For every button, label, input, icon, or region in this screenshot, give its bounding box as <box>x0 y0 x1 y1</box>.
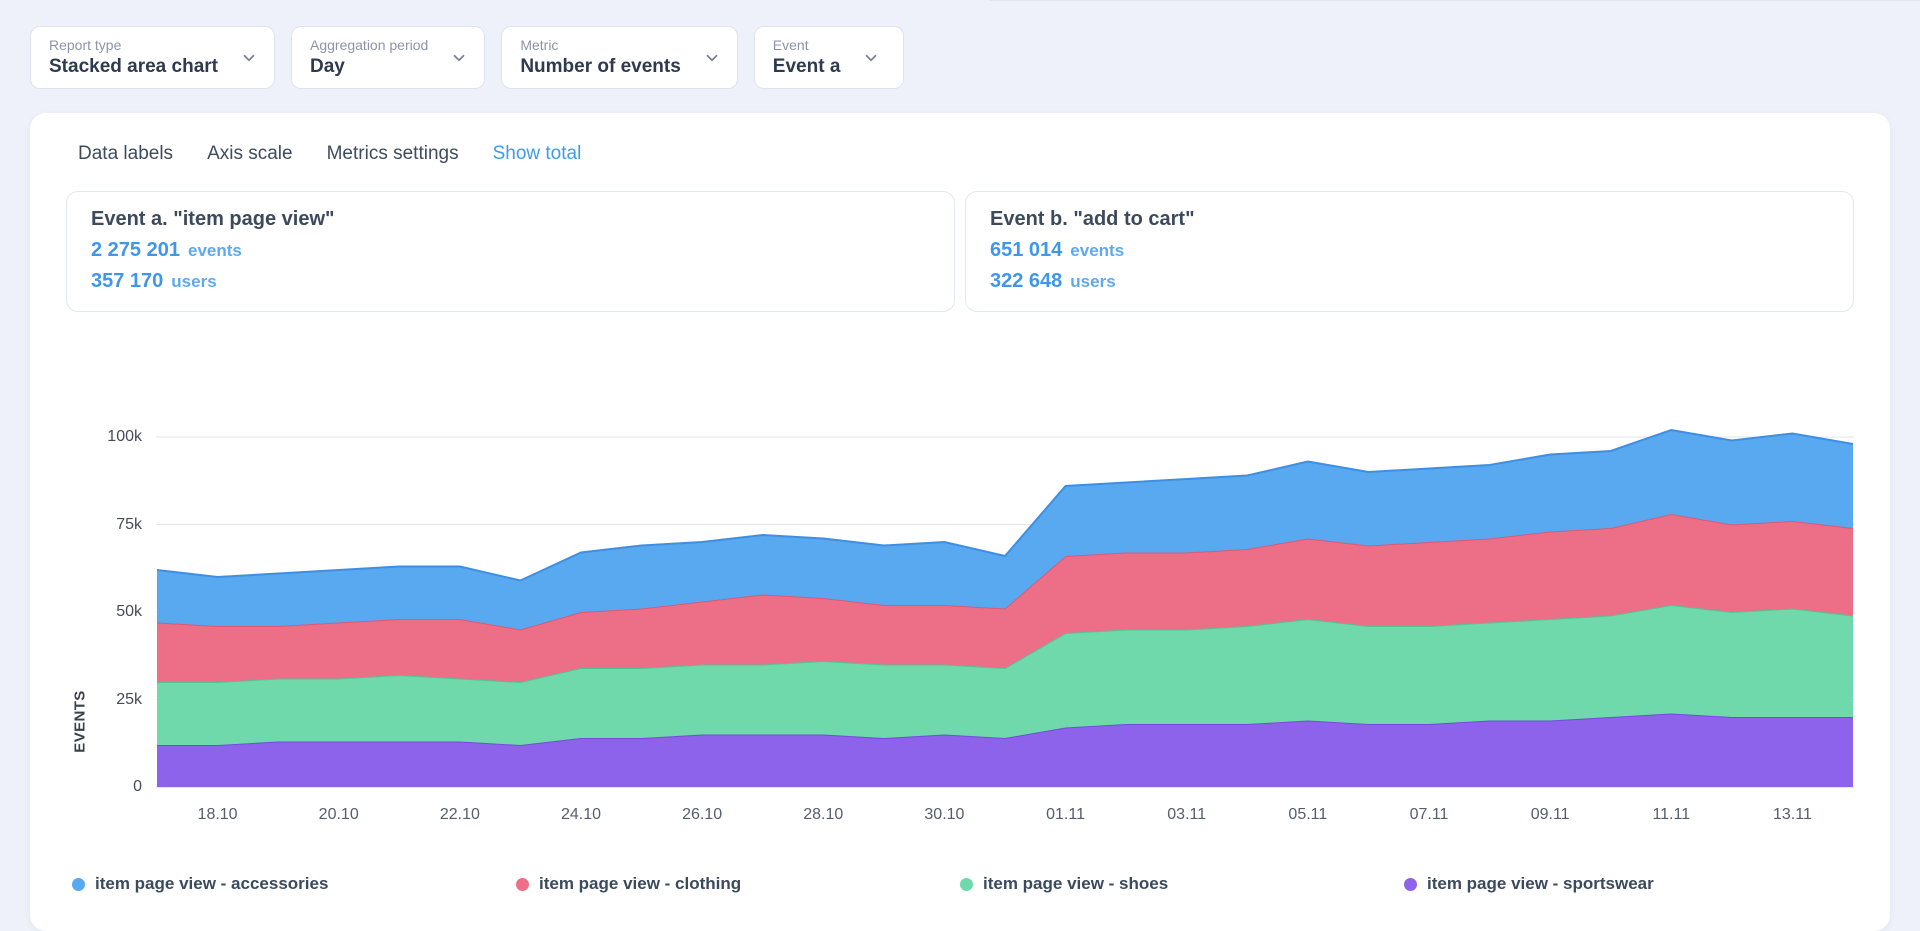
legend-label: item page view - accessories <box>95 874 328 894</box>
legend-label: item page view - clothing <box>539 874 741 894</box>
dropdown-label: Metric <box>520 37 680 53</box>
dropdown-value: Stacked area chart <box>49 56 218 78</box>
x-tick-label: 03.11 <box>1167 806 1206 824</box>
dropdown-text: Aggregation period Day <box>310 37 428 78</box>
events-count: 651 014 <box>990 239 1062 262</box>
y-tick-label: 50k <box>116 603 142 621</box>
x-tick-label: 09.11 <box>1531 806 1570 824</box>
x-tick-label: 30.10 <box>924 806 964 824</box>
y-axis-title: EVENTS <box>72 690 89 752</box>
filters-bar: Report type Stacked area chart Aggregati… <box>0 0 1920 113</box>
dropdown-label: Report type <box>49 37 218 53</box>
report-card: Data labels Axis scale Metrics settings … <box>30 113 1890 931</box>
stat-title: Event a. "item page view" <box>91 208 930 231</box>
x-tick-label: 20.10 <box>319 806 359 824</box>
legend-item-sportswear[interactable]: item page view - sportswear <box>1404 874 1848 894</box>
report-toolbar: Data labels Axis scale Metrics settings … <box>66 143 1854 165</box>
tab-axis-scale[interactable]: Axis scale <box>207 143 293 165</box>
users-unit-label: users <box>171 272 216 292</box>
event-dropdown[interactable]: Event Event a <box>754 26 904 89</box>
users-count: 322 648 <box>990 270 1062 293</box>
x-tick-label: 11.11 <box>1652 806 1690 824</box>
x-tick-label: 07.11 <box>1410 806 1449 824</box>
dropdown-label: Aggregation period <box>310 37 428 53</box>
legend-dot <box>960 878 973 891</box>
dropdown-value: Number of events <box>520 56 680 78</box>
tab-metrics-settings[interactable]: Metrics settings <box>327 143 459 165</box>
y-tick-label: 75k <box>116 516 142 534</box>
x-tick-label: 13.11 <box>1773 806 1812 824</box>
report-type-dropdown[interactable]: Report type Stacked area chart <box>30 26 275 89</box>
dropdown-value: Day <box>310 56 428 78</box>
stat-title: Event b. "add to cart" <box>990 208 1829 231</box>
legend-item-shoes[interactable]: item page view - shoes <box>960 874 1404 894</box>
stat-users-line: 322 648 users <box>990 270 1829 293</box>
dropdown-text: Metric Number of events <box>520 37 680 78</box>
dropdown-value: Event a <box>773 56 841 78</box>
dropdown-text: Event Event a <box>773 37 841 78</box>
legend-dot <box>1404 878 1417 891</box>
x-tick-label: 28.10 <box>803 806 843 824</box>
y-tick-label: 25k <box>116 691 142 709</box>
x-tick-label: 26.10 <box>682 806 722 824</box>
x-tick-label: 05.11 <box>1288 806 1327 824</box>
tab-data-labels[interactable]: Data labels <box>78 143 173 165</box>
legend-dot <box>72 878 85 891</box>
y-axis-labels: 025k50k75k100k <box>94 414 156 790</box>
metric-dropdown[interactable]: Metric Number of events <box>501 26 737 89</box>
y-tick-label: 0 <box>133 778 142 796</box>
x-tick-label: 24.10 <box>561 806 601 824</box>
legend-dot <box>516 878 529 891</box>
x-axis-labels: 18.10 20.10 22.10 24.10 26.10 28.10 30.10 01.11… <box>156 790 1854 840</box>
x-tick-label: 22.10 <box>440 806 480 824</box>
aggregation-period-dropdown[interactable]: Aggregation period Day <box>291 26 485 89</box>
plot-area <box>156 414 1854 790</box>
events-unit-label: events <box>188 241 242 261</box>
legend-label: item page view - sportswear <box>1427 874 1654 894</box>
plot-grid: EVENTS 0 25k 50k 75k 100k 18.10 20.10 22.10 24.… <box>66 414 1854 840</box>
chevron-down-icon <box>703 49 721 67</box>
chevron-down-icon <box>862 49 880 67</box>
stats-row: Event a. "item page view" 2 275 201 even… <box>66 191 1854 312</box>
stacked-area-chart: EVENTS 0 25k 50k 75k 100k 18.10 20.10 22.10 24.… <box>66 414 1854 840</box>
y-axis-title-cell: EVENTS <box>66 414 94 790</box>
events-unit-label: events <box>1070 241 1124 261</box>
x-tick-label: 01.11 <box>1046 806 1085 824</box>
events-count: 2 275 201 <box>91 239 180 262</box>
chart-canvas[interactable] <box>156 414 1854 790</box>
x-tick-label: 18.10 <box>198 806 238 824</box>
chevron-down-icon <box>450 49 468 67</box>
users-count: 357 170 <box>91 270 163 293</box>
stat-card-event-b: Event b. "add to cart" 651 014 events 32… <box>965 191 1854 312</box>
y-tick-label: 100k <box>107 428 142 446</box>
dropdown-label: Event <box>773 37 841 53</box>
tab-show-total[interactable]: Show total <box>493 143 582 165</box>
dropdown-text: Report type Stacked area chart <box>49 37 218 78</box>
chevron-down-icon <box>240 49 258 67</box>
stat-users-line: 357 170 users <box>91 270 930 293</box>
legend-label: item page view - shoes <box>983 874 1168 894</box>
legend-item-accessories[interactable]: item page view - accessories <box>72 874 516 894</box>
users-unit-label: users <box>1070 272 1115 292</box>
legend-item-clothing[interactable]: item page view - clothing <box>516 874 960 894</box>
stat-card-event-a: Event a. "item page view" 2 275 201 even… <box>66 191 955 312</box>
stat-events-line: 2 275 201 events <box>91 239 930 262</box>
chart-legend: item page view - accessories item page vi… <box>66 874 1854 894</box>
top-divider <box>990 0 1920 1</box>
stat-events-line: 651 014 events <box>990 239 1829 262</box>
